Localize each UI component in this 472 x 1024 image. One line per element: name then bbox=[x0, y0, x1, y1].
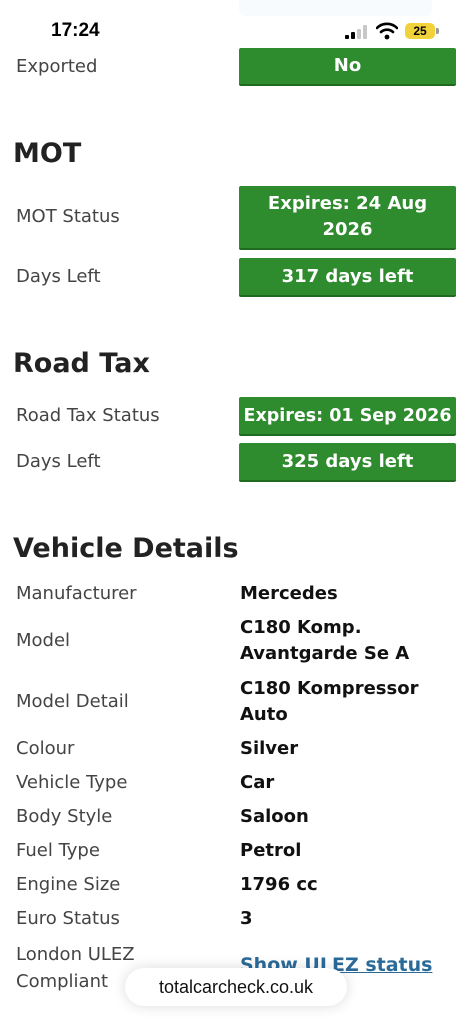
vehicle-details-section-title: Vehicle Details bbox=[13, 533, 239, 564]
colour-value: Silver bbox=[240, 738, 299, 759]
road-tax-days-left-label: Days Left bbox=[16, 451, 101, 472]
url-text: totalcarcheck.co.uk bbox=[158, 976, 314, 997]
vehicle-type-label: Vehicle Type bbox=[16, 772, 128, 793]
status-bar: 17:24 25 bbox=[0, 0, 472, 46]
cellular-signal-icon bbox=[345, 25, 367, 39]
model-detail-label: Model Detail bbox=[16, 691, 129, 712]
body-style-value: Saloon bbox=[240, 806, 309, 827]
mot-section-title: MOT bbox=[13, 138, 82, 169]
clock: 17:24 bbox=[51, 20, 100, 41]
manufacturer-label: Manufacturer bbox=[16, 583, 137, 604]
browser-address-bar[interactable]: totalcarcheck.co.uk bbox=[125, 968, 347, 1006]
road-tax-status-value: Expires: 01 Sep 2026 bbox=[243, 405, 452, 426]
euro-status-label: Euro Status bbox=[16, 908, 120, 929]
exported-label: Exported bbox=[16, 56, 98, 77]
mot-status-value: Expires: 24 Aug 2026 bbox=[267, 193, 428, 240]
vehicle-type-value: Car bbox=[240, 772, 275, 793]
battery-icon: 25 bbox=[405, 23, 435, 39]
exported-value: No bbox=[333, 55, 362, 76]
engine-size-value: 1796 cc bbox=[240, 874, 318, 895]
body-style-label: Body Style bbox=[16, 806, 113, 827]
mot-status-label: MOT Status bbox=[16, 206, 120, 227]
road-tax-status-label: Road Tax Status bbox=[16, 405, 160, 426]
road-tax-section-title: Road Tax bbox=[13, 348, 150, 379]
colour-label: Colour bbox=[16, 738, 75, 759]
exported-badge: No bbox=[239, 48, 456, 86]
mot-status-badge: Expires: 24 Aug 2026 bbox=[239, 186, 456, 250]
road-tax-days-left-value: 325 days left bbox=[281, 450, 414, 472]
model-label: Model bbox=[16, 630, 71, 651]
battery-level: 25 bbox=[413, 24, 427, 38]
wifi-icon bbox=[376, 22, 398, 40]
model-value: C180 Komp. Avantgarde Se A bbox=[240, 617, 410, 664]
page: 17:24 25 Exported No MOT MOT Status Expi… bbox=[0, 0, 472, 1024]
fuel-type-label: Fuel Type bbox=[16, 840, 100, 861]
fuel-type-value: Petrol bbox=[240, 840, 302, 861]
mot-days-left-badge: 317 days left bbox=[239, 258, 456, 297]
mot-days-left-label: Days Left bbox=[16, 266, 101, 287]
model-detail-value: C180 Kompressor Auto bbox=[240, 678, 419, 725]
mot-days-left-value: 317 days left bbox=[281, 265, 414, 287]
road-tax-status-badge: Expires: 01 Sep 2026 bbox=[239, 397, 456, 436]
battery-cap bbox=[436, 28, 439, 34]
manufacturer-value: Mercedes bbox=[240, 583, 338, 604]
engine-size-label: Engine Size bbox=[16, 874, 121, 895]
road-tax-days-left-badge: 325 days left bbox=[239, 443, 456, 482]
euro-status-value: 3 bbox=[240, 908, 253, 929]
